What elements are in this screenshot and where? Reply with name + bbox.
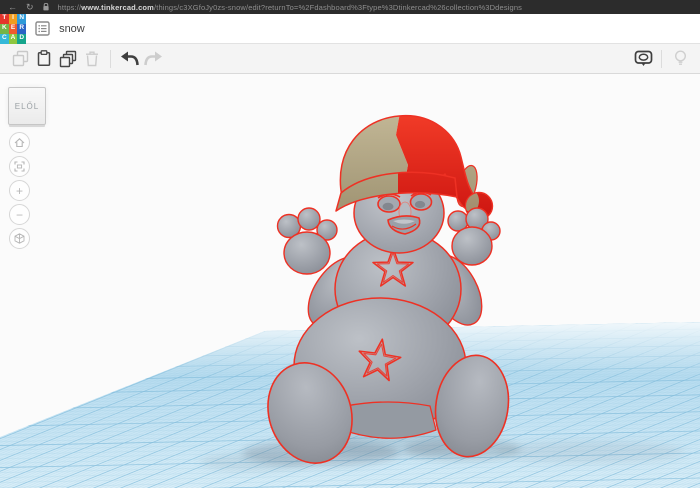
home-view-button[interactable] — [9, 132, 30, 153]
url-scheme: https:// — [58, 3, 82, 12]
view-cube[interactable]: ELŐL — [8, 87, 46, 125]
tinkercad-logo[interactable]: T I N K E R C A D — [0, 14, 26, 44]
browser-address-bar[interactable]: ← ↻ https://www.tinkercad.com/things/c3X… — [0, 0, 700, 14]
duplicate-button[interactable] — [56, 47, 80, 71]
notes-tool-icon[interactable] — [631, 47, 655, 71]
tinkercad-editor-window: ← ↻ https://www.tinkercad.com/things/c3X… — [0, 0, 700, 488]
logo-tile: A — [9, 34, 18, 44]
logo-tile: D — [17, 34, 26, 44]
design-name[interactable]: snow — [59, 23, 85, 35]
copy-button[interactable] — [8, 47, 32, 71]
scene-svg — [0, 74, 700, 488]
snowman-base — [340, 402, 436, 438]
zoom-in-button[interactable]: + — [9, 180, 30, 201]
right-mitten — [448, 208, 500, 265]
logo-tile: C — [0, 34, 9, 44]
toolbar-divider — [110, 50, 111, 68]
viewport-canvas[interactable]: ELŐL + − — [0, 74, 700, 488]
snowman-model[interactable] — [255, 116, 515, 474]
left-pupil — [383, 203, 394, 211]
logo-tile: K — [0, 24, 9, 34]
viewport-nav-buttons: + − — [9, 132, 30, 249]
logo-tile: N — [17, 14, 26, 24]
redo-button[interactable] — [141, 47, 165, 71]
url-text: https://www.tinkercad.com/things/c3XGfoJ… — [58, 3, 523, 12]
undo-button[interactable] — [117, 47, 141, 71]
browser-reload-icon[interactable]: ↻ — [26, 2, 34, 12]
logo-tile: I — [9, 14, 18, 24]
light-bulb-icon[interactable] — [668, 47, 692, 71]
right-pupil — [415, 201, 425, 208]
view-cube-label: ELŐL — [15, 102, 39, 111]
browser-back-icon[interactable]: ← — [8, 2, 17, 12]
toolbar-divider — [661, 50, 662, 68]
delete-button[interactable] — [80, 47, 104, 71]
url-domain: www.tinkercad.com — [81, 3, 154, 12]
zoom-out-button[interactable]: − — [9, 204, 30, 225]
logo-tile: E — [9, 24, 18, 34]
perspective-toggle-button[interactable] — [9, 228, 30, 249]
app-header: T I N K E R C A D snow — [0, 14, 700, 44]
design-properties-icon[interactable] — [35, 21, 50, 36]
left-mitten — [278, 208, 338, 274]
logo-tile: R — [17, 24, 26, 34]
fit-view-button[interactable] — [9, 156, 30, 177]
editor-toolbar — [0, 44, 700, 74]
plus-glyph: + — [16, 185, 23, 197]
padlock-icon[interactable] — [43, 3, 49, 11]
url-path: /things/c3XGfoJy0zs-snow/edit?returnTo=%… — [154, 3, 522, 12]
paste-button[interactable] — [32, 47, 56, 71]
minus-glyph: − — [16, 209, 23, 221]
logo-tile: T — [0, 14, 9, 24]
